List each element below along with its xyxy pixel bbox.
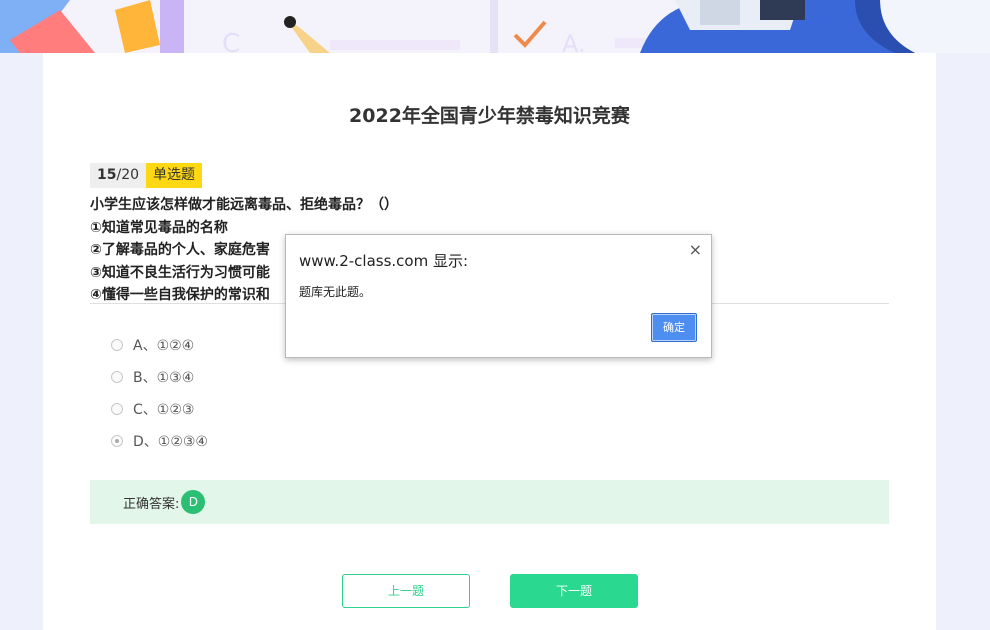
option-c[interactable]: C、①②③	[111, 399, 194, 419]
option-b[interactable]: B、①③④	[111, 367, 194, 387]
question-total: /20	[116, 167, 140, 183]
radio-button[interactable]	[111, 371, 123, 383]
question-progress: 15/20	[90, 163, 147, 188]
radio-button[interactable]	[111, 339, 123, 351]
option-label: A、①②④	[133, 338, 195, 354]
option-label: D、①②③④	[133, 434, 208, 450]
option-d[interactable]: D、①②③④	[111, 431, 208, 451]
ok-button[interactable]: 确定	[651, 313, 697, 342]
option-a[interactable]: A、①②④	[111, 335, 194, 355]
option-label: C、①②③	[133, 402, 195, 418]
question-meta: 15/20 单选题	[90, 163, 203, 188]
option-label: B、①③④	[133, 370, 195, 386]
alert-dialog: www.2-class.com 显示: × 题库无此题。 确定	[285, 234, 712, 358]
svg-text:A.: A.	[562, 30, 586, 53]
close-icon[interactable]: ×	[689, 240, 702, 259]
banner-illustration: C A.	[0, 0, 990, 53]
next-question-button[interactable]: 下一题	[510, 574, 638, 608]
prev-question-button[interactable]: 上一题	[342, 574, 470, 608]
radio-button-selected[interactable]	[111, 435, 123, 447]
question-current: 15	[97, 167, 117, 183]
answer-badge: D	[181, 490, 206, 514]
correct-answer-panel: 正确答案: D	[90, 480, 889, 524]
dialog-title: www.2-class.com 显示:	[299, 252, 469, 270]
radio-button[interactable]	[111, 403, 123, 415]
header-banner: C A.	[0, 0, 990, 53]
question-line: 小学生应该怎样做才能远离毒品、拒绝毒品？（）	[90, 197, 398, 213]
page-title: 2022年全国青少年禁毒知识竞赛	[349, 105, 630, 127]
question-type-tag: 单选题	[146, 163, 203, 188]
svg-text:C: C	[222, 29, 240, 53]
dialog-message: 题库无此题。	[299, 285, 372, 299]
answer-label: 正确答案:	[123, 496, 180, 512]
